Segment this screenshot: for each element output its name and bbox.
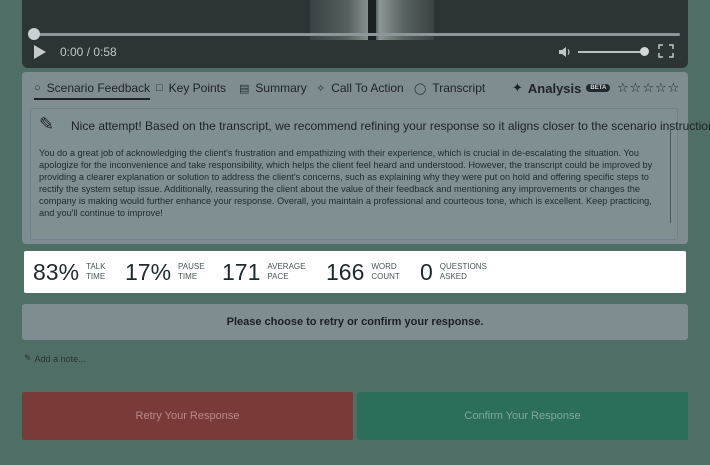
stat-value: 171 xyxy=(222,259,261,285)
stat-label: TALK TIME xyxy=(86,262,106,281)
video-time: 0:00 / 0:58 xyxy=(60,45,117,59)
pencil-icon: ✎ xyxy=(39,114,55,134)
time-total: 0:58 xyxy=(93,45,117,59)
tab-label: Transcript xyxy=(432,81,486,95)
sparkle-icon: ✦ xyxy=(512,80,523,95)
feedback-headline: Nice attempt! Based on the transcript, w… xyxy=(71,119,710,133)
star-icon[interactable]: ☆ xyxy=(642,80,655,95)
stat-talk-time: 83% TALK TIME xyxy=(33,259,105,285)
bookmark-icon: □ xyxy=(156,82,163,94)
tab-bar: ○ Scenario Feedback □ Key Points ▤ Summa… xyxy=(22,72,688,104)
stat-questions-asked: 0 QUESTIONS ASKED xyxy=(420,259,487,285)
volume-slider[interactable] xyxy=(578,51,646,53)
stat-label: PAUSE TIME xyxy=(178,262,205,281)
video-controls: 0:00 / 0:58 xyxy=(22,40,688,66)
feedback-panel: ○ Scenario Feedback □ Key Points ▤ Summa… xyxy=(22,72,710,244)
scrollbar[interactable] xyxy=(670,127,671,223)
chat-icon: ◯ xyxy=(414,82,427,95)
stat-pause-time: 17% PAUSE TIME xyxy=(125,259,205,285)
star-rating[interactable]: ☆☆☆☆☆ xyxy=(617,80,680,96)
tab-key-points[interactable]: □ Key Points xyxy=(156,81,226,95)
stat-average-pace: 171 AVERAGE PACE xyxy=(222,259,305,285)
retry-button[interactable]: Retry Your Response xyxy=(22,392,353,440)
video-progress-handle[interactable] xyxy=(28,28,40,40)
star-icon[interactable]: ☆ xyxy=(617,80,630,95)
time-current: 0:00 xyxy=(60,45,84,59)
feedback-body: You do a great job of acknowledging the … xyxy=(39,148,653,219)
tab-transcript[interactable]: ◯ Transcript xyxy=(414,81,485,95)
star-icon[interactable]: ☆ xyxy=(630,80,643,95)
document-icon: ▤ xyxy=(239,82,250,95)
tab-label: Scenario Feedback xyxy=(46,81,151,95)
tab-label: Key Points xyxy=(168,81,227,95)
stat-value: 166 xyxy=(326,259,365,285)
pencil-icon: ✎ xyxy=(24,353,32,363)
stat-value: 0 xyxy=(420,259,433,285)
analysis-label: Analysis xyxy=(527,80,582,96)
stat-value: 17% xyxy=(125,259,172,285)
sparkle-icon: ✧ xyxy=(316,82,326,95)
feedback-box: ✎ Nice attempt! Based on the transcript,… xyxy=(30,108,710,240)
bulb-icon: ○ xyxy=(34,82,41,94)
video-player[interactable]: 0:00 / 0:58 xyxy=(22,0,688,68)
tab-label: Summary xyxy=(255,81,307,95)
video-progress-bar[interactable] xyxy=(30,33,680,36)
choice-prompt: Please choose to retry or confirm your r… xyxy=(22,304,688,340)
speaker-icon[interactable] xyxy=(558,45,572,59)
tab-scenario-feedback[interactable]: ○ Scenario Feedback xyxy=(34,81,151,100)
confirm-button[interactable]: Confirm Your Response xyxy=(357,392,688,440)
tab-label: Call To Action xyxy=(331,81,404,95)
stat-label: WORD COUNT xyxy=(371,262,400,281)
stats-bar: 83% TALK TIME 17% PAUSE TIME 171 AVERAGE PA… xyxy=(24,251,686,293)
stat-label: QUESTIONS ASKED xyxy=(439,262,487,281)
tab-summary[interactable]: ▤ Summary xyxy=(239,81,307,95)
star-icon[interactable]: ☆ xyxy=(668,80,681,95)
fullscreen-icon[interactable] xyxy=(658,44,674,58)
volume-handle[interactable] xyxy=(640,47,649,56)
star-icon[interactable]: ☆ xyxy=(655,80,668,95)
add-note-label: Add a note... xyxy=(34,353,86,364)
tab-call-to-action[interactable]: ✧ Call To Action xyxy=(316,81,404,95)
stat-label: AVERAGE PACE xyxy=(267,262,306,281)
play-icon[interactable] xyxy=(34,45,46,59)
tab-analysis[interactable]: ✦ Analysis BETA xyxy=(512,80,611,96)
stat-word-count: 166 WORD COUNT xyxy=(326,259,400,285)
add-note-link[interactable]: ✎ Add a note... xyxy=(24,353,86,364)
stat-value: 83% xyxy=(33,259,80,285)
beta-badge: BETA xyxy=(586,84,611,92)
